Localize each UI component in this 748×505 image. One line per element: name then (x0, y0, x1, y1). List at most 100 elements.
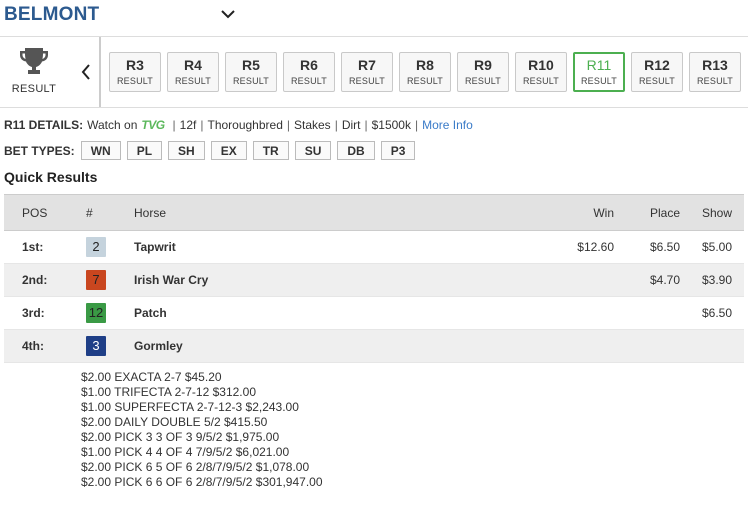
table-row: 2nd: 7 Irish War Cry $4.70 $3.90 (4, 263, 744, 297)
finish-position: 2nd: (4, 263, 68, 297)
race-button-r6[interactable]: R6 RESULT (283, 52, 335, 92)
race-button-r13[interactable]: R13 RESULT (689, 52, 741, 92)
race-status: RESULT (696, 76, 734, 86)
race-bar: RESULT R3 RESULT R4 RESULT R5 RESULT R6 RESULT R… (0, 36, 748, 108)
race-button-r9[interactable]: R9 RESULT (457, 52, 509, 92)
col-pos: POS (4, 194, 68, 231)
payout-line: $1.00 TRIFECTA 2-7-12 $312.00 (81, 385, 256, 399)
payouts-list: $2.00 EXACTA 2-7 $45.20 $1.00 TRIFECTA 2-… (81, 370, 323, 490)
bet-type-button-pl[interactable]: PL (126, 141, 163, 160)
place-payout (618, 296, 684, 330)
payout-line: $1.00 SUPERFECTA 2-7-12-3 $2,243.00 (81, 400, 299, 414)
track-name[interactable]: BELMONT (4, 4, 99, 26)
race-purse: $1500k (371, 118, 411, 132)
race-type: Stakes (294, 118, 331, 132)
show-payout: $5.00 (684, 230, 744, 264)
quick-results-title: Quick Results (4, 169, 98, 185)
horse-name: Irish War Cry (128, 263, 548, 297)
payout-line: $2.00 EXACTA 2-7 $45.20 (81, 370, 222, 384)
race-details: R11 DETAILS: Watch on TVG | 12f | Thorou… (4, 118, 473, 132)
race-button-r12[interactable]: R12 RESULT (631, 52, 683, 92)
trophy-icon (20, 48, 48, 74)
payout-line: $2.00 PICK 6 6 OF 6 2/8/7/9/5/2 $301,947… (81, 475, 323, 489)
result-tab[interactable]: RESULT (0, 37, 68, 107)
finish-position: 3rd: (4, 296, 68, 330)
bet-type-button-su[interactable]: SU (294, 141, 332, 160)
show-payout (684, 329, 744, 363)
table-row: 4th: 3 Gormley (4, 329, 744, 363)
race-status: RESULT (406, 76, 444, 86)
payout-line: $2.00 PICK 3 3 OF 3 9/5/2 $1,975.00 (81, 430, 280, 444)
bet-type-button-sh[interactable]: SH (168, 141, 205, 160)
race-status: RESULT (580, 76, 618, 86)
bet-type-button-wn[interactable]: WN (80, 141, 121, 160)
results-table: POS # Horse Win Place Show 1st: 2 Tapwrit $… (4, 194, 744, 363)
result-label: RESULT (11, 83, 57, 95)
saddle-cloth-badge: 3 (86, 336, 106, 356)
race-button-r8[interactable]: R8 RESULT (399, 52, 451, 92)
horse-name: Tapwrit (128, 230, 548, 264)
place-payout: $6.50 (618, 230, 684, 264)
table-row: 3rd: 12 Patch $6.50 (4, 296, 744, 330)
tvg-logo[interactable]: TVG (141, 118, 165, 132)
chevron-down-icon[interactable] (218, 4, 238, 24)
col-show: Show (684, 194, 744, 231)
race-button-r11[interactable]: R11 RESULT (573, 52, 625, 92)
separator: | (200, 118, 204, 132)
col-place: Place (618, 194, 684, 231)
win-payout (548, 296, 618, 330)
race-status: RESULT (290, 76, 328, 86)
race-number: R4 (184, 57, 202, 73)
separator: | (364, 118, 368, 132)
race-button-r4[interactable]: R4 RESULT (167, 52, 219, 92)
race-status: RESULT (174, 76, 212, 86)
show-payout: $6.50 (684, 296, 744, 330)
race-button-r3[interactable]: R3 RESULT (109, 52, 161, 92)
race-status: RESULT (638, 76, 676, 86)
show-payout: $3.90 (684, 263, 744, 297)
place-payout: $4.70 (618, 263, 684, 297)
more-info-link[interactable]: More Info (422, 118, 473, 132)
payout-line: $1.00 PICK 4 4 OF 4 7/9/5/2 $6,021.00 (81, 445, 290, 459)
prev-races-button[interactable] (75, 37, 97, 107)
race-status: RESULT (116, 76, 154, 86)
bet-type-buttons: WN PL SH EX TR SU DB P3 (80, 141, 422, 160)
race-button-r5[interactable]: R5 RESULT (225, 52, 277, 92)
race-status: RESULT (522, 76, 560, 86)
program-number: 7 (68, 263, 128, 297)
win-payout: $12.60 (548, 230, 618, 264)
watch-on-text: Watch on (87, 118, 138, 132)
separator: | (414, 118, 419, 132)
payout-line: $2.00 PICK 6 5 OF 6 2/8/7/9/5/2 $1,078.0… (81, 460, 310, 474)
separator: | (334, 118, 338, 132)
bet-type-button-ex[interactable]: EX (210, 141, 247, 160)
race-number: R12 (644, 57, 670, 73)
bet-type-button-p3[interactable]: P3 (380, 141, 416, 160)
race-number: R9 (474, 57, 492, 73)
race-number: R10 (528, 57, 554, 73)
track-header[interactable]: BELMONT (4, 2, 99, 28)
table-row: 1st: 2 Tapwrit $12.60 $6.50 $5.00 (4, 230, 744, 264)
race-surface: Dirt (341, 118, 361, 132)
race-status: RESULT (464, 76, 502, 86)
race-breed: Thoroughbred (207, 118, 283, 132)
finish-position: 4th: (4, 329, 68, 363)
finish-position: 1st: (4, 230, 68, 264)
race-number: R3 (126, 57, 144, 73)
program-number: 2 (68, 230, 128, 264)
separator: | (172, 118, 176, 132)
payout-line: $2.00 DAILY DOUBLE 5/2 $415.50 (81, 415, 268, 429)
race-distance: 12f (179, 118, 197, 132)
bet-type-button-db[interactable]: DB (337, 141, 375, 160)
horse-name: Patch (128, 296, 548, 330)
race-status: RESULT (348, 76, 386, 86)
bet-type-button-tr[interactable]: TR (252, 141, 289, 160)
race-button-r10[interactable]: R10 RESULT (515, 52, 567, 92)
win-payout (548, 329, 618, 363)
race-number: R6 (300, 57, 318, 73)
race-number: R11 (586, 57, 612, 73)
col-horse: Horse (128, 194, 548, 231)
race-number: R7 (358, 57, 376, 73)
col-win: Win (548, 194, 618, 231)
race-button-r7[interactable]: R7 RESULT (341, 52, 393, 92)
